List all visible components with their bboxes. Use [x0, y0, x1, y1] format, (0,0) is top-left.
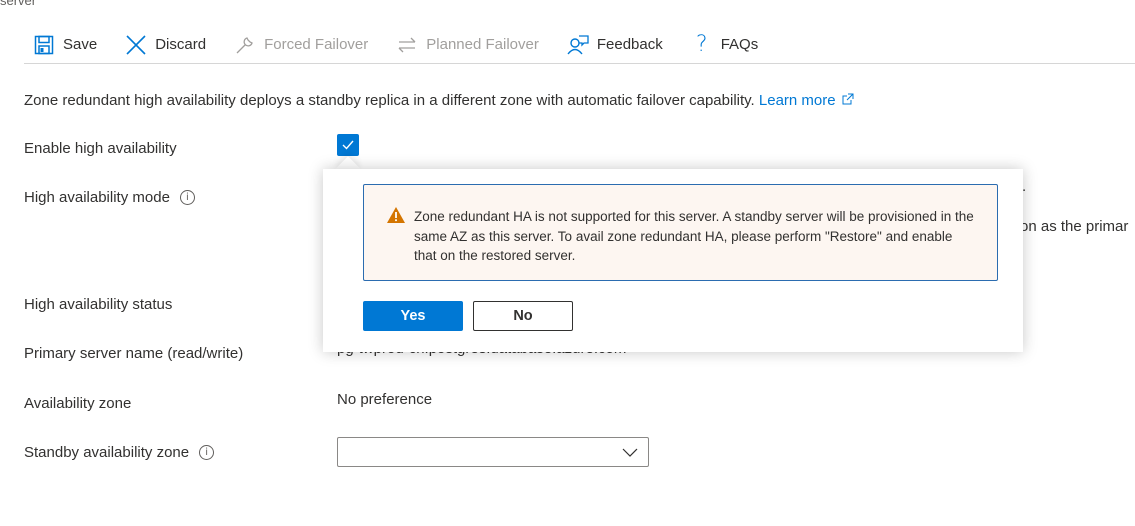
warning-message-bar: Zone redundant HA is not supported for t… — [363, 184, 998, 281]
chevron-down-icon — [622, 448, 638, 457]
checkmark-icon — [342, 140, 354, 150]
external-link-icon — [842, 93, 854, 105]
info-icon[interactable]: i — [199, 445, 215, 460]
forced-failover-button[interactable]: Forced Failover — [225, 29, 368, 61]
command-bar: Save Discard Forced Failover Planned Fai… — [24, 26, 1135, 64]
forced-failover-label: Forced Failover — [264, 36, 369, 53]
faqs-label: FAQs — [720, 36, 759, 53]
warning-icon — [387, 207, 405, 223]
save-button[interactable]: Save — [24, 29, 97, 61]
no-button[interactable]: No — [473, 301, 573, 331]
description: Zone redundant high availability deploys… — [24, 92, 854, 109]
save-label: Save — [63, 36, 98, 53]
close-icon — [125, 34, 147, 56]
feedback-button[interactable]: Feedback — [558, 29, 663, 61]
faqs-button[interactable]: ? FAQs — [682, 29, 759, 61]
planned-failover-label: Planned Failover — [426, 36, 539, 53]
breadcrumb: server — [0, 0, 37, 8]
question-icon: ? — [695, 32, 708, 57]
warning-text: Zone redundant HA is not supported for t… — [414, 209, 974, 263]
availability-zone-label: Availability zone — [24, 395, 132, 412]
info-icon[interactable]: i — [179, 190, 195, 205]
save-icon — [33, 34, 55, 56]
yes-button[interactable]: Yes — [363, 301, 463, 331]
swap-arrows-icon — [396, 34, 418, 56]
enable-ha-checkbox[interactable] — [337, 134, 359, 156]
description-text: Zone redundant high availability deploys… — [24, 92, 755, 109]
learn-more-link[interactable]: Learn more — [759, 92, 854, 109]
discard-label: Discard — [155, 36, 207, 53]
ha-mode-label: High availability mode i — [24, 189, 195, 206]
ha-status-label: High availability status — [24, 296, 173, 313]
planned-failover-button[interactable]: Planned Failover — [387, 29, 539, 61]
wrench-icon — [234, 34, 256, 56]
ha-mode-fragment: on as the primar — [1020, 218, 1129, 235]
feedback-icon — [567, 34, 589, 56]
feedback-label: Feedback — [596, 36, 663, 53]
confirmation-callout: Zone redundant HA is not supported for t… — [323, 169, 1023, 352]
discard-button[interactable]: Discard — [116, 29, 206, 61]
learn-more-label: Learn more — [758, 92, 836, 109]
standby-zone-label: Standby availability zone i — [24, 444, 215, 461]
enable-ha-label: Enable high availability — [24, 140, 177, 157]
standby-zone-dropdown[interactable] — [337, 437, 649, 467]
availability-zone-value: No preference — [337, 391, 433, 408]
primary-server-label: Primary server name (read/write) — [24, 345, 244, 362]
